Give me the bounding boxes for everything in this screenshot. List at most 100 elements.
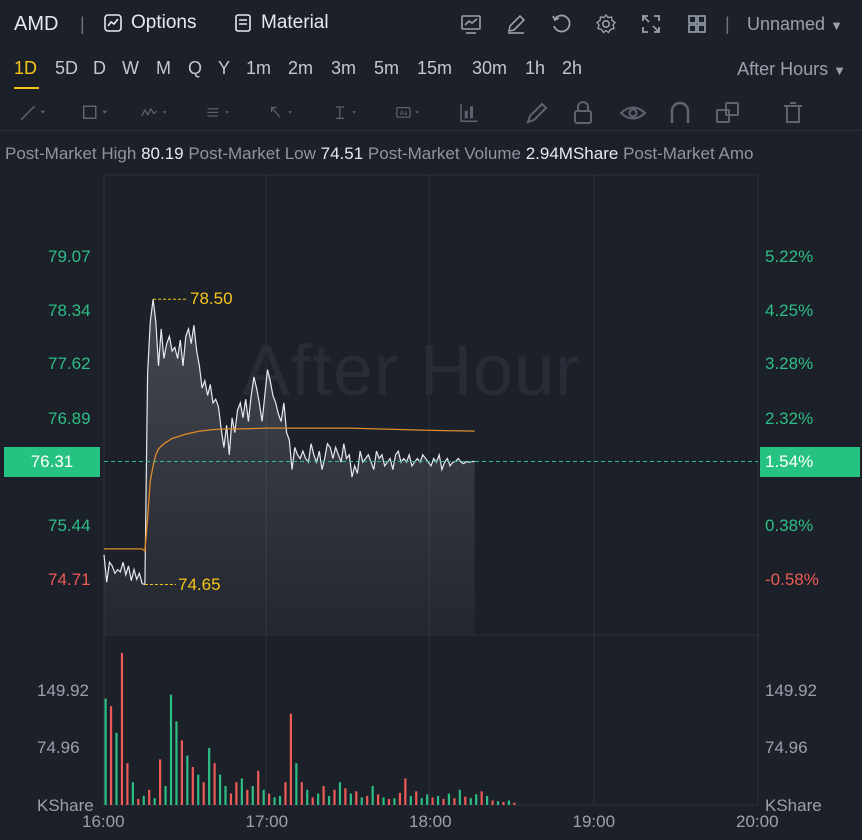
volume-bar — [208, 747, 211, 805]
y-tick-right: 0.38% — [765, 515, 814, 535]
volume-bar — [382, 797, 385, 805]
volume-bar — [502, 801, 505, 805]
volume-bar — [306, 789, 309, 805]
top-bar: AMD | Options Material | Unnamed ▼ — [0, 0, 862, 50]
volume-bar — [229, 793, 233, 805]
eye-icon[interactable] — [618, 98, 648, 128]
volume-tick-left: 74.96 — [37, 738, 80, 757]
rectangle-tool-icon[interactable] — [80, 98, 110, 128]
timeframe-5m[interactable]: 5m — [374, 58, 399, 79]
volume-bar — [126, 763, 129, 805]
measure-tool-icon[interactable] — [332, 98, 362, 128]
arrow-tool-icon[interactable] — [268, 98, 298, 128]
volume-bar — [349, 793, 352, 805]
line-tool-icon[interactable] — [18, 98, 48, 128]
volume-bar — [322, 785, 325, 805]
volume-bar — [480, 791, 483, 805]
volume-bar — [180, 740, 183, 805]
timeframe-w[interactable]: W — [122, 58, 139, 79]
volume-bar — [115, 732, 118, 805]
session-selector[interactable]: After Hours ▼ — [737, 59, 846, 80]
volume-bar — [120, 652, 124, 805]
stat-value: 2.94MShare — [525, 144, 619, 163]
timeframe-d[interactable]: D — [93, 58, 106, 79]
text-tool-icon[interactable]: Aa — [395, 98, 425, 128]
layers-icon[interactable] — [713, 98, 743, 128]
layout-name: Unnamed — [747, 14, 826, 34]
trash-icon[interactable] — [778, 98, 808, 128]
stat-label: Post-Market High — [5, 144, 137, 163]
volume-bar — [268, 793, 271, 805]
timeframe-2h[interactable]: 2h — [562, 58, 582, 79]
volume-bar — [507, 800, 510, 805]
indicator-tool-icon[interactable] — [458, 98, 488, 128]
x-tick: 16:00 — [82, 812, 125, 831]
volume-bar — [202, 782, 205, 805]
volume-bar — [426, 794, 429, 805]
volume-bar — [447, 793, 451, 805]
volume-bar — [338, 782, 342, 805]
volume-bar — [333, 789, 336, 805]
settings-icon[interactable] — [595, 13, 617, 35]
stat-value: 74.51 — [320, 144, 364, 163]
active-timeframe-indicator — [14, 87, 39, 89]
volume-bar — [186, 755, 189, 805]
options-button[interactable]: Options — [103, 12, 196, 34]
y-tick-left: 79.07 — [48, 247, 91, 266]
chart-icon[interactable] — [460, 13, 482, 35]
y-tick-left: 74.71 — [48, 570, 91, 589]
volume-bar — [327, 795, 331, 805]
stat-label: Post-Market Volume — [367, 144, 521, 163]
pattern-tool-icon[interactable] — [140, 98, 170, 128]
volume-bar — [300, 782, 303, 805]
magnet-icon[interactable] — [665, 98, 695, 128]
volume-bar — [377, 794, 380, 805]
timeframe-y[interactable]: Y — [218, 58, 230, 79]
volume-bar — [262, 789, 265, 805]
timeframe-30m[interactable]: 30m — [472, 58, 507, 79]
timeframe-m[interactable]: M — [156, 58, 171, 79]
volume-bar — [317, 793, 320, 805]
timeframe-1h[interactable]: 1h — [525, 58, 545, 79]
layout-selector[interactable]: Unnamed ▼ — [747, 14, 843, 35]
timeframe-q[interactable]: Q — [188, 58, 202, 79]
volume-bar — [404, 778, 407, 805]
caret-down-icon: ▼ — [833, 63, 846, 78]
stat-label: Post-Market Amo — [623, 144, 754, 163]
volume-bar — [453, 798, 456, 805]
options-icon — [104, 14, 122, 32]
price-chart[interactable] — [0, 170, 862, 840]
timeframe-bar: 1D 5D D W M Q Y 1m 2m 3m 5m 15m 30m 1h 2h After Hours … — [0, 52, 862, 92]
timeframe-1m[interactable]: 1m — [246, 58, 271, 79]
stat-value: 80.19 — [141, 144, 184, 163]
grid-icon[interactable] — [686, 13, 708, 35]
volume-bar — [273, 797, 276, 805]
symbol-title[interactable]: AMD — [14, 13, 58, 36]
volume-bar — [137, 798, 140, 805]
y-tick-right: -0.58% — [765, 570, 819, 589]
fib-tool-icon[interactable] — [205, 98, 235, 128]
volume-bar — [355, 791, 358, 805]
y-tick-right: 3.28% — [765, 354, 814, 374]
x-tick: 19:00 — [572, 812, 616, 831]
volume-bar — [496, 801, 500, 805]
timeframe-15m[interactable]: 15m — [417, 58, 452, 79]
timeframe-2m[interactable]: 2m — [288, 58, 313, 79]
timeframe-1d[interactable]: 1D — [14, 58, 37, 79]
volume-bar — [415, 791, 418, 805]
x-tick: 20:00 — [736, 812, 779, 831]
timeframe-5d[interactable]: 5D — [55, 58, 78, 79]
fullscreen-icon[interactable] — [640, 13, 662, 35]
timeframe-3m[interactable]: 3m — [331, 58, 356, 79]
lock-icon[interactable] — [568, 98, 598, 128]
material-button[interactable]: Material — [233, 12, 329, 34]
y-tick-left: 77.62 — [48, 354, 91, 374]
edit-icon[interactable] — [505, 13, 527, 35]
volume-tick-left: 149.92 — [37, 681, 89, 700]
volume-bar — [224, 785, 227, 805]
brush-icon[interactable] — [522, 98, 552, 128]
session-label: After Hours — [737, 59, 829, 79]
refresh-icon[interactable] — [550, 13, 572, 35]
volume-bar — [360, 797, 363, 805]
volume-tick-right: 74.96 — [765, 738, 808, 757]
